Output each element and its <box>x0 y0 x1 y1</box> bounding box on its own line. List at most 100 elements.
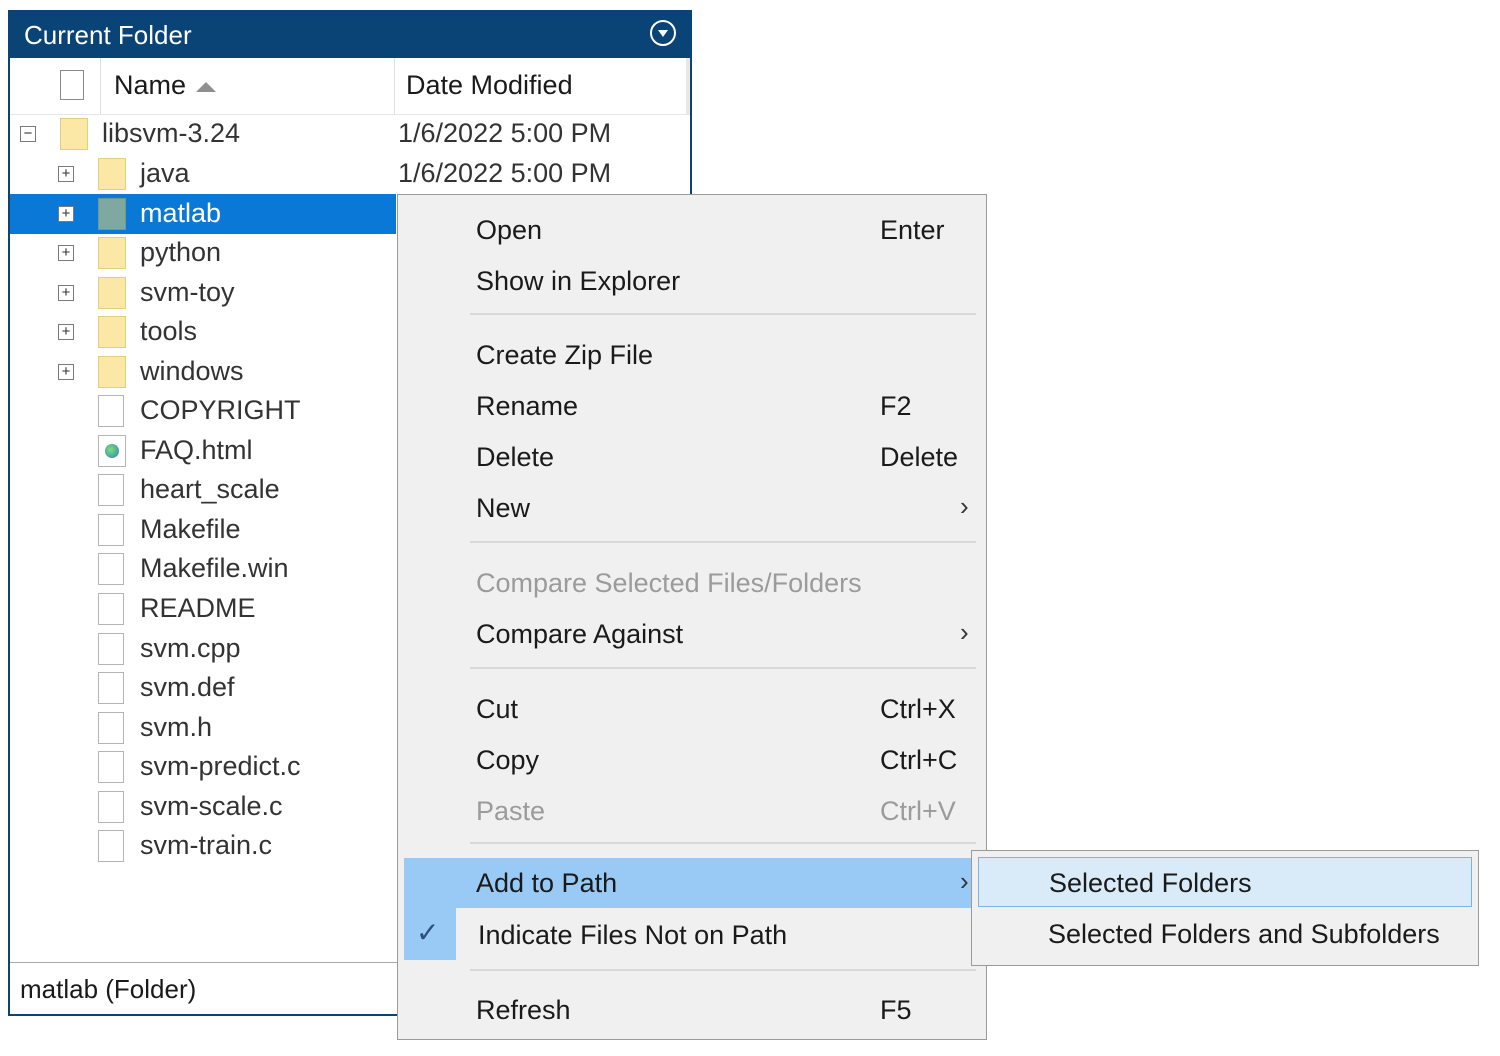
item-name: java <box>140 158 190 188</box>
menu-item-rename[interactable]: Rename F2 <box>398 381 986 431</box>
collapse-icon[interactable]: − <box>20 126 36 142</box>
folder-icon <box>98 237 126 269</box>
menu-separator <box>470 541 976 543</box>
menu-item-label: Rename <box>476 391 579 421</box>
item-name: svm-predict.c <box>140 751 301 781</box>
folder-icon <box>98 158 126 190</box>
file-icon <box>98 672 124 704</box>
menu-item-shortcut: Ctrl+V <box>880 796 956 826</box>
menu-item-label: Add to Path <box>476 868 618 898</box>
item-name: svm.h <box>140 712 213 742</box>
menu-item-label: Create Zip File <box>476 340 654 370</box>
folder-row[interactable]: + java 1/6/2022 5:00 PM <box>10 154 690 194</box>
column-divider[interactable] <box>394 58 395 114</box>
menu-item-shortcut: Delete <box>880 442 959 472</box>
folder-icon <box>98 277 126 309</box>
submenu-item-label: Selected Folders <box>1049 868 1252 898</box>
item-name: windows <box>140 356 244 386</box>
file-icon <box>98 593 124 625</box>
menu-item-label: Indicate Files Not on Path <box>478 920 788 950</box>
folder-row[interactable]: − libsvm-3.24 1/6/2022 5:00 PM <box>10 114 690 154</box>
menu-item-copy[interactable]: Copy Ctrl+C <box>398 735 986 785</box>
item-name: svm-scale.c <box>140 791 283 821</box>
menu-item-label: Delete <box>476 442 555 472</box>
expand-icon[interactable]: + <box>58 245 74 261</box>
menu-item-label: Copy <box>476 745 540 775</box>
menu-item-open[interactable]: Open Enter <box>398 205 986 255</box>
file-icon <box>98 474 124 506</box>
menu-item-label: Show in Explorer <box>476 266 681 296</box>
item-name: libsvm-3.24 <box>102 118 241 148</box>
item-name: python <box>140 237 222 267</box>
menu-item-label: Compare Against <box>476 619 684 649</box>
folder-icon <box>98 198 126 230</box>
item-name: heart_scale <box>140 474 280 504</box>
expand-icon[interactable]: + <box>58 285 74 301</box>
menu-item-new[interactable]: New › <box>398 483 986 533</box>
menu-item-compare-against[interactable]: Compare Against › <box>398 609 986 659</box>
panel-titlebar: Current Folder <box>10 12 690 58</box>
menu-item-label: Cut <box>476 694 519 724</box>
file-type-column-icon[interactable] <box>60 70 84 100</box>
menu-item-compare-selected-files-folders: Compare Selected Files/Folders <box>398 558 986 608</box>
menu-separator <box>470 842 976 844</box>
folder-icon <box>98 356 126 388</box>
panel-title: Current Folder <box>24 20 192 50</box>
menu-item-label: Refresh <box>476 995 571 1025</box>
folder-row[interactable]: + matlab <box>10 194 396 234</box>
menu-item-shortcut: Enter <box>880 215 945 245</box>
status-bar: matlab (Folder) <box>10 962 398 1014</box>
item-name: README <box>140 593 256 623</box>
html-file-icon <box>98 435 126 467</box>
menu-item-shortcut: Ctrl+C <box>880 745 958 775</box>
column-divider <box>686 58 690 114</box>
date-modified-column-header[interactable]: Date Modified <box>406 70 573 101</box>
menu-item-create-zip-file[interactable]: Create Zip File <box>398 330 986 380</box>
item-date-modified: 1/6/2022 5:00 PM <box>398 158 612 188</box>
expand-icon[interactable]: + <box>58 364 74 380</box>
item-name: matlab <box>140 198 222 228</box>
submenu-item-selected-folders[interactable]: Selected Folders <box>978 857 1472 907</box>
expand-icon[interactable]: + <box>58 166 74 182</box>
file-icon <box>98 514 124 546</box>
menu-item-label: Paste <box>476 796 546 826</box>
context-menu: ✓ Open Enter Show in Explorer Create Zip Fi… <box>397 194 987 1040</box>
menu-item-show-in-explorer[interactable]: Show in Explorer <box>398 256 986 306</box>
item-name: svm.def <box>140 672 235 702</box>
menu-item-label: Open <box>476 215 543 245</box>
item-name: Makefile.win <box>140 553 289 583</box>
menu-separator <box>470 969 976 971</box>
menu-item-indicate-files-not-on-path[interactable]: Indicate Files Not on Path <box>398 910 986 960</box>
file-icon <box>98 633 124 665</box>
expand-icon[interactable]: + <box>58 206 74 222</box>
menu-item-delete[interactable]: Delete Delete <box>398 432 986 482</box>
menu-item-cut[interactable]: Cut Ctrl+X <box>398 684 986 734</box>
folder-icon <box>98 316 126 348</box>
menu-item-paste: Paste Ctrl+V <box>398 786 986 836</box>
submenu-item-selected-folders-and-subfolders[interactable]: Selected Folders and Subfolders <box>978 909 1472 959</box>
file-icon <box>98 395 124 427</box>
submenu-item-label: Selected Folders and Subfolders <box>1048 919 1440 949</box>
menu-item-label: New <box>476 493 531 523</box>
menu-item-shortcut: F5 <box>880 995 912 1025</box>
add-to-path-submenu: Selected Folders Selected Folders and Sub… <box>971 850 1479 966</box>
menu-item-refresh[interactable]: Refresh F5 <box>398 985 986 1035</box>
item-name: svm-toy <box>140 277 235 307</box>
item-name: svm.cpp <box>140 633 241 663</box>
column-divider[interactable] <box>100 58 101 114</box>
menu-item-add-to-path[interactable]: Add to Path › <box>404 858 972 908</box>
submenu-arrow-icon: › <box>960 491 969 521</box>
file-icon <box>98 791 124 823</box>
expand-icon[interactable]: + <box>58 324 74 340</box>
item-name: Makefile <box>140 514 241 544</box>
file-icon <box>98 553 124 585</box>
file-icon <box>98 712 124 744</box>
submenu-arrow-icon: › <box>960 866 969 896</box>
folder-icon <box>60 118 88 150</box>
panel-actions-menu-icon[interactable] <box>650 20 676 46</box>
file-icon <box>98 751 124 783</box>
menu-item-label: Compare Selected Files/Folders <box>476 568 862 598</box>
sort-ascending-icon <box>196 81 217 92</box>
menu-separator <box>470 313 976 315</box>
name-column-header[interactable]: Name <box>114 70 217 101</box>
